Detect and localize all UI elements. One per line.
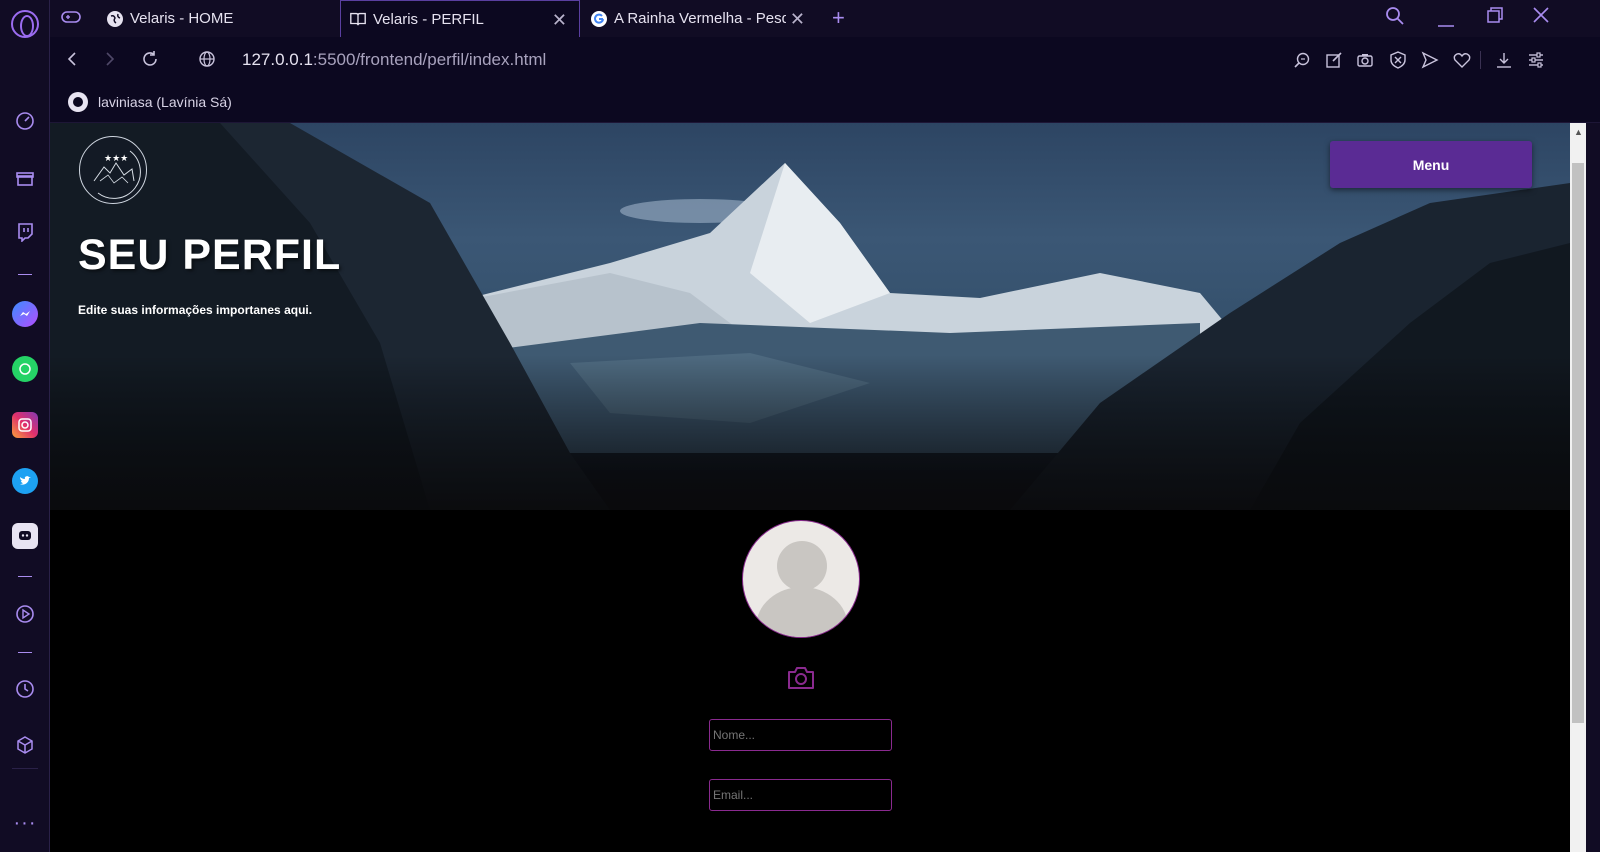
tab-velaris-perfil[interactable]: Velaris - PERFIL ✕: [340, 0, 580, 37]
browser-sidebar: ···: [0, 0, 50, 852]
tab-bar: Velaris - HOME ✕ Velaris - PERFIL ✕ A Ra…: [50, 0, 1600, 37]
globe-icon: [106, 10, 124, 28]
avatar-head-shape: [777, 541, 827, 591]
reload-button[interactable]: [138, 47, 162, 71]
menu-button[interactable]: Menu: [1330, 141, 1532, 188]
tab-rainha-vermelha[interactable]: A Rainha Vermelha - Pesqu ✕: [582, 0, 817, 37]
camera-snapshot-icon[interactable]: [1355, 50, 1375, 70]
bookmark-label: laviniasa (Lavínia Sá): [98, 94, 232, 110]
camera-icon[interactable]: [786, 665, 816, 691]
page-title: SEU PERFIL: [78, 231, 342, 279]
gamepad-icon[interactable]: [60, 8, 82, 31]
edit-icon[interactable]: [1324, 50, 1344, 70]
name-field[interactable]: [709, 719, 892, 751]
email-field[interactable]: [709, 779, 892, 811]
twitter-icon[interactable]: [12, 468, 38, 494]
window-edge: [1586, 123, 1600, 852]
close-icon[interactable]: ✕: [552, 10, 567, 31]
discord-icon[interactable]: [12, 523, 38, 549]
sidebar-divider: [12, 768, 38, 769]
zoom-icon[interactable]: [1292, 50, 1312, 70]
forward-button[interactable]: [98, 47, 122, 71]
avatar[interactable]: [742, 520, 860, 638]
sidebar-separator: [18, 274, 32, 275]
url-field[interactable]: 127.0.0.1:5500/frontend/perfil/index.htm…: [242, 50, 546, 70]
scrollbar-thumb[interactable]: [1572, 163, 1584, 723]
toolbar-divider: [1480, 51, 1481, 69]
tab-label: Velaris - HOME: [130, 10, 234, 27]
close-window-button[interactable]: [1532, 6, 1550, 29]
velaris-logo[interactable]: ★★★: [79, 136, 147, 204]
heart-icon[interactable]: [1452, 50, 1472, 70]
search-tabs-icon[interactable]: [1385, 6, 1405, 31]
avatar-body-shape: [756, 587, 848, 637]
close-icon[interactable]: ✕: [785, 9, 805, 30]
more-icon[interactable]: ···: [12, 810, 38, 836]
bookmarks-bar: laviniasa (Lavínia Sá): [50, 83, 1600, 123]
history-icon[interactable]: [12, 676, 38, 702]
url-host: 127.0.0.1: [242, 50, 313, 69]
easy-setup-icon[interactable]: [1526, 50, 1546, 70]
adblock-icon[interactable]: [1388, 50, 1408, 70]
opera-logo-icon[interactable]: [11, 10, 39, 38]
page-viewport: ★★★ SEU PERFIL Edite suas informações im…: [50, 123, 1570, 852]
instagram-icon[interactable]: [12, 412, 38, 438]
restore-button[interactable]: [1486, 6, 1504, 29]
svg-text:★★★: ★★★: [104, 154, 128, 164]
send-icon[interactable]: [1420, 50, 1440, 70]
player-icon[interactable]: [12, 601, 38, 627]
tab-label: Velaris - PERFIL: [373, 10, 484, 28]
url-path: :5500/frontend/perfil/index.html: [312, 50, 547, 69]
hero-banner: ★★★ SEU PERFIL Edite suas informações im…: [50, 123, 1570, 510]
book-icon: [349, 10, 367, 28]
google-icon: [590, 10, 608, 28]
tab-label: A Rainha Vermelha - Pesqu: [614, 10, 794, 27]
page-scrollbar[interactable]: ▲: [1570, 123, 1586, 852]
new-tab-button[interactable]: +: [832, 5, 845, 31]
download-icon[interactable]: [1494, 50, 1514, 70]
cube-icon[interactable]: [12, 732, 38, 758]
bookmark-github[interactable]: laviniasa (Lavínia Sá): [68, 92, 232, 112]
twitch-icon[interactable]: [12, 219, 38, 245]
minimize-button[interactable]: [1437, 12, 1455, 33]
whatsapp-icon[interactable]: [12, 356, 38, 382]
gift-icon[interactable]: [12, 165, 38, 191]
github-icon: [68, 92, 88, 112]
scroll-up-icon[interactable]: ▲: [1574, 127, 1583, 137]
messenger-icon[interactable]: [12, 301, 38, 327]
page-subtitle: Edite suas informações importanes aqui.: [78, 303, 313, 317]
sidebar-separator: [18, 652, 32, 653]
back-button[interactable]: [60, 47, 84, 71]
site-info-icon[interactable]: [195, 47, 219, 71]
address-bar: 127.0.0.1:5500/frontend/perfil/index.htm…: [50, 37, 1600, 83]
sidebar-separator: [18, 576, 32, 577]
speed-dial-icon[interactable]: [12, 108, 38, 134]
